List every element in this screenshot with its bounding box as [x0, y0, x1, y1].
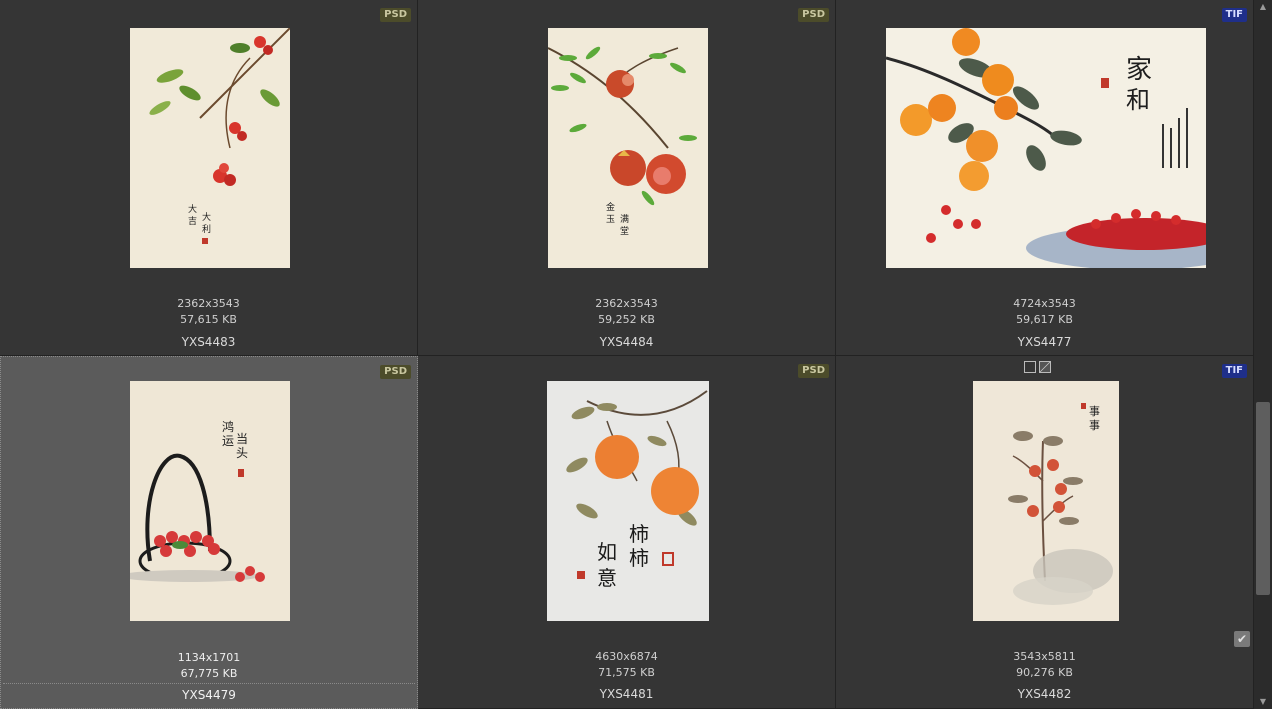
- file-size: 57,615 KB: [180, 313, 237, 326]
- format-badge: PSD: [798, 364, 829, 378]
- file-name[interactable]: YXS4477: [836, 335, 1253, 349]
- file-name[interactable]: YXS4483: [0, 335, 417, 349]
- thumbnail-cell[interactable]: PSD 金 玉 满 堂 2362x3543 59,252 KB YXS4484: [418, 0, 836, 356]
- format-badge: TIF: [1221, 8, 1247, 22]
- svg-text:利: 利: [202, 223, 211, 235]
- svg-text:柿: 柿: [629, 522, 649, 546]
- thumbnail-image[interactable]: 事 事: [973, 381, 1119, 621]
- file-size: 71,575 KB: [598, 666, 655, 679]
- thumbnail-image[interactable]: 家 和: [886, 28, 1206, 268]
- file-name[interactable]: YXS4484: [418, 335, 835, 349]
- thumbnail-cell[interactable]: TIF 事 事 3543x5811 90,276 KB YXS4482: [836, 356, 1254, 709]
- image-dimensions: 2362x3543: [177, 297, 240, 310]
- image-dimensions: 2362x3543: [595, 297, 658, 310]
- file-name[interactable]: YXS4481: [418, 687, 835, 701]
- thumbnail-image[interactable]: 柿 柿 如 意: [547, 381, 709, 621]
- scroll-up-icon[interactable]: ▲: [1258, 2, 1268, 12]
- scroll-down-icon[interactable]: ▼: [1258, 697, 1268, 707]
- thumbnail-image[interactable]: 金 玉 满 堂: [548, 28, 708, 268]
- scrollbar-thumb[interactable]: [1256, 402, 1270, 595]
- thumbnail-image[interactable]: 鸿 运 当 头: [130, 381, 290, 621]
- image-dimensions: 1134x1701: [177, 651, 241, 664]
- thumbnail-grid: PSD 大 吉 大 利 2362x3543 57,615 KB YXS4483 …: [0, 0, 1254, 709]
- vertical-scrollbar[interactable]: [1254, 0, 1272, 709]
- svg-text:吉: 吉: [188, 216, 197, 227]
- svg-text:大: 大: [188, 203, 197, 215]
- file-name[interactable]: YXS4482: [836, 687, 1253, 701]
- thumbnail-cell[interactable]: PSD 柿 柿 如 意 4630x6874 71,575 KB YXS4481: [418, 356, 836, 709]
- image-dimensions: 4630x6874: [595, 650, 658, 663]
- svg-text:事: 事: [1089, 405, 1100, 418]
- svg-text:事: 事: [1089, 419, 1100, 432]
- file-size: 67,775 KB: [180, 667, 238, 680]
- image-dimensions: 4724x3543: [1013, 297, 1076, 310]
- svg-text:家: 家: [1126, 55, 1152, 85]
- square-icon[interactable]: [1024, 361, 1036, 373]
- svg-text:当: 当: [236, 432, 248, 446]
- file-size: 59,617 KB: [1016, 313, 1073, 326]
- format-badge: PSD: [798, 8, 829, 22]
- svg-text:满: 满: [620, 214, 629, 225]
- thumbnail-cell-selected[interactable]: PSD 鸿 运 当 头 1134x1701 67,775 KB YXS4479: [0, 356, 418, 709]
- format-badge: PSD: [380, 8, 411, 22]
- svg-text:堂: 堂: [620, 225, 629, 237]
- thumbnail-cell[interactable]: TIF 家 和 4724x3543 59,617 KB YXS4477: [836, 0, 1254, 356]
- svg-text:和: 和: [1126, 86, 1150, 114]
- format-badge: PSD: [380, 365, 411, 379]
- svg-text:如: 如: [597, 540, 617, 564]
- svg-text:金: 金: [606, 201, 615, 213]
- file-size: 59,252 KB: [598, 313, 655, 326]
- svg-text:头: 头: [236, 446, 248, 460]
- file-name[interactable]: YXS4479: [1, 688, 417, 702]
- diagonal-icon[interactable]: [1039, 361, 1051, 373]
- svg-text:意: 意: [597, 566, 617, 590]
- thumbnail-cell[interactable]: PSD 大 吉 大 利 2362x3543 57,615 KB YXS4483: [0, 0, 418, 356]
- svg-text:运: 运: [222, 434, 234, 448]
- checkbox-icon[interactable]: ✔: [1234, 631, 1250, 647]
- svg-text:玉: 玉: [606, 214, 615, 225]
- svg-text:大: 大: [202, 211, 211, 223]
- view-mode-icons: [1024, 361, 1058, 375]
- format-badge: TIF: [1221, 364, 1247, 378]
- focus-outline: [3, 683, 415, 684]
- thumbnail-image[interactable]: 大 吉 大 利: [130, 28, 290, 268]
- svg-text:柿: 柿: [629, 546, 649, 570]
- svg-text:鸿: 鸿: [222, 420, 234, 434]
- image-dimensions: 3543x5811: [1013, 650, 1076, 663]
- file-size: 90,276 KB: [1016, 666, 1073, 679]
